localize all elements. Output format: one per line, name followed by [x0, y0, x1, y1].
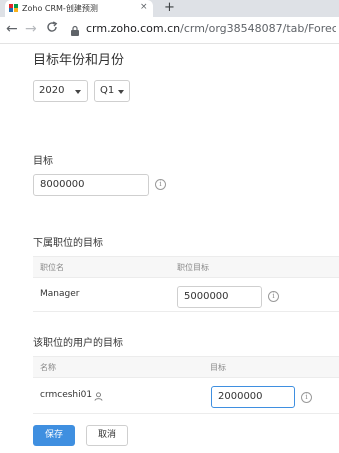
- subordinate-section-title: 下属职位的目标: [33, 238, 103, 249]
- url-host: crm.zoho.com.cn: [86, 22, 181, 35]
- forward-arrow-icon[interactable]: →: [25, 21, 37, 37]
- user-section-title: 该职位的用户的目标: [33, 338, 123, 349]
- back-arrow-icon[interactable]: ←: [6, 21, 18, 37]
- browser-tab[interactable]: Zoho CRM-创建预测 ×: [5, 0, 153, 17]
- url-path: /crm/org38548087/tab/Forecasts: [180, 22, 336, 35]
- lock-icon[interactable]: [70, 25, 80, 36]
- chevron-down-icon: [75, 90, 81, 94]
- quarter-select[interactable]: Q1: [94, 80, 130, 102]
- target-input[interactable]: 8000000: [33, 174, 149, 196]
- page-title: 目标年份和月份: [33, 53, 125, 68]
- reload-glyph-icon: [47, 21, 58, 32]
- role-name: Manager: [40, 289, 80, 299]
- zoho-favicon-icon: [9, 4, 18, 12]
- new-tab-icon[interactable]: +: [164, 0, 175, 15]
- address-bar: ← → crm.zoho.com.cn/crm/org38548087/tab/…: [0, 17, 339, 44]
- tab-bar: Zoho CRM-创建预测 × +: [0, 0, 339, 17]
- quarter-select-value: Q1: [100, 85, 115, 96]
- target-label: 目标: [33, 156, 53, 167]
- column-header-name: 名称: [40, 363, 56, 372]
- url-field[interactable]: crm.zoho.com.cn/crm/org38548087/tab/Fore…: [86, 22, 336, 35]
- tab-title: Zoho CRM-创建预测: [22, 4, 98, 13]
- subordinate-table-header: 职位名 职位目标: [33, 256, 339, 278]
- user-table-header: 名称 目标: [33, 356, 339, 378]
- save-button[interactable]: 保存: [33, 425, 75, 446]
- user-name: crmceshi01: [40, 390, 93, 400]
- close-tab-icon[interactable]: ×: [140, 2, 148, 12]
- info-icon[interactable]: i: [268, 291, 279, 302]
- chevron-down-icon: [118, 90, 124, 94]
- info-icon[interactable]: i: [155, 179, 166, 190]
- year-select-value: 2020: [39, 85, 65, 96]
- reload-icon[interactable]: [46, 21, 58, 38]
- column-header-role-target: 职位目标: [177, 263, 209, 272]
- column-header-role: 职位名: [40, 263, 64, 272]
- cancel-button[interactable]: 取消: [86, 425, 128, 446]
- user-target-input[interactable]: 2000000: [211, 386, 295, 408]
- year-select[interactable]: 2020: [33, 80, 88, 102]
- user-icon: [94, 392, 103, 401]
- info-icon[interactable]: i: [301, 392, 312, 403]
- role-target-input[interactable]: 5000000: [177, 286, 262, 308]
- column-header-user-target: 目标: [210, 363, 226, 372]
